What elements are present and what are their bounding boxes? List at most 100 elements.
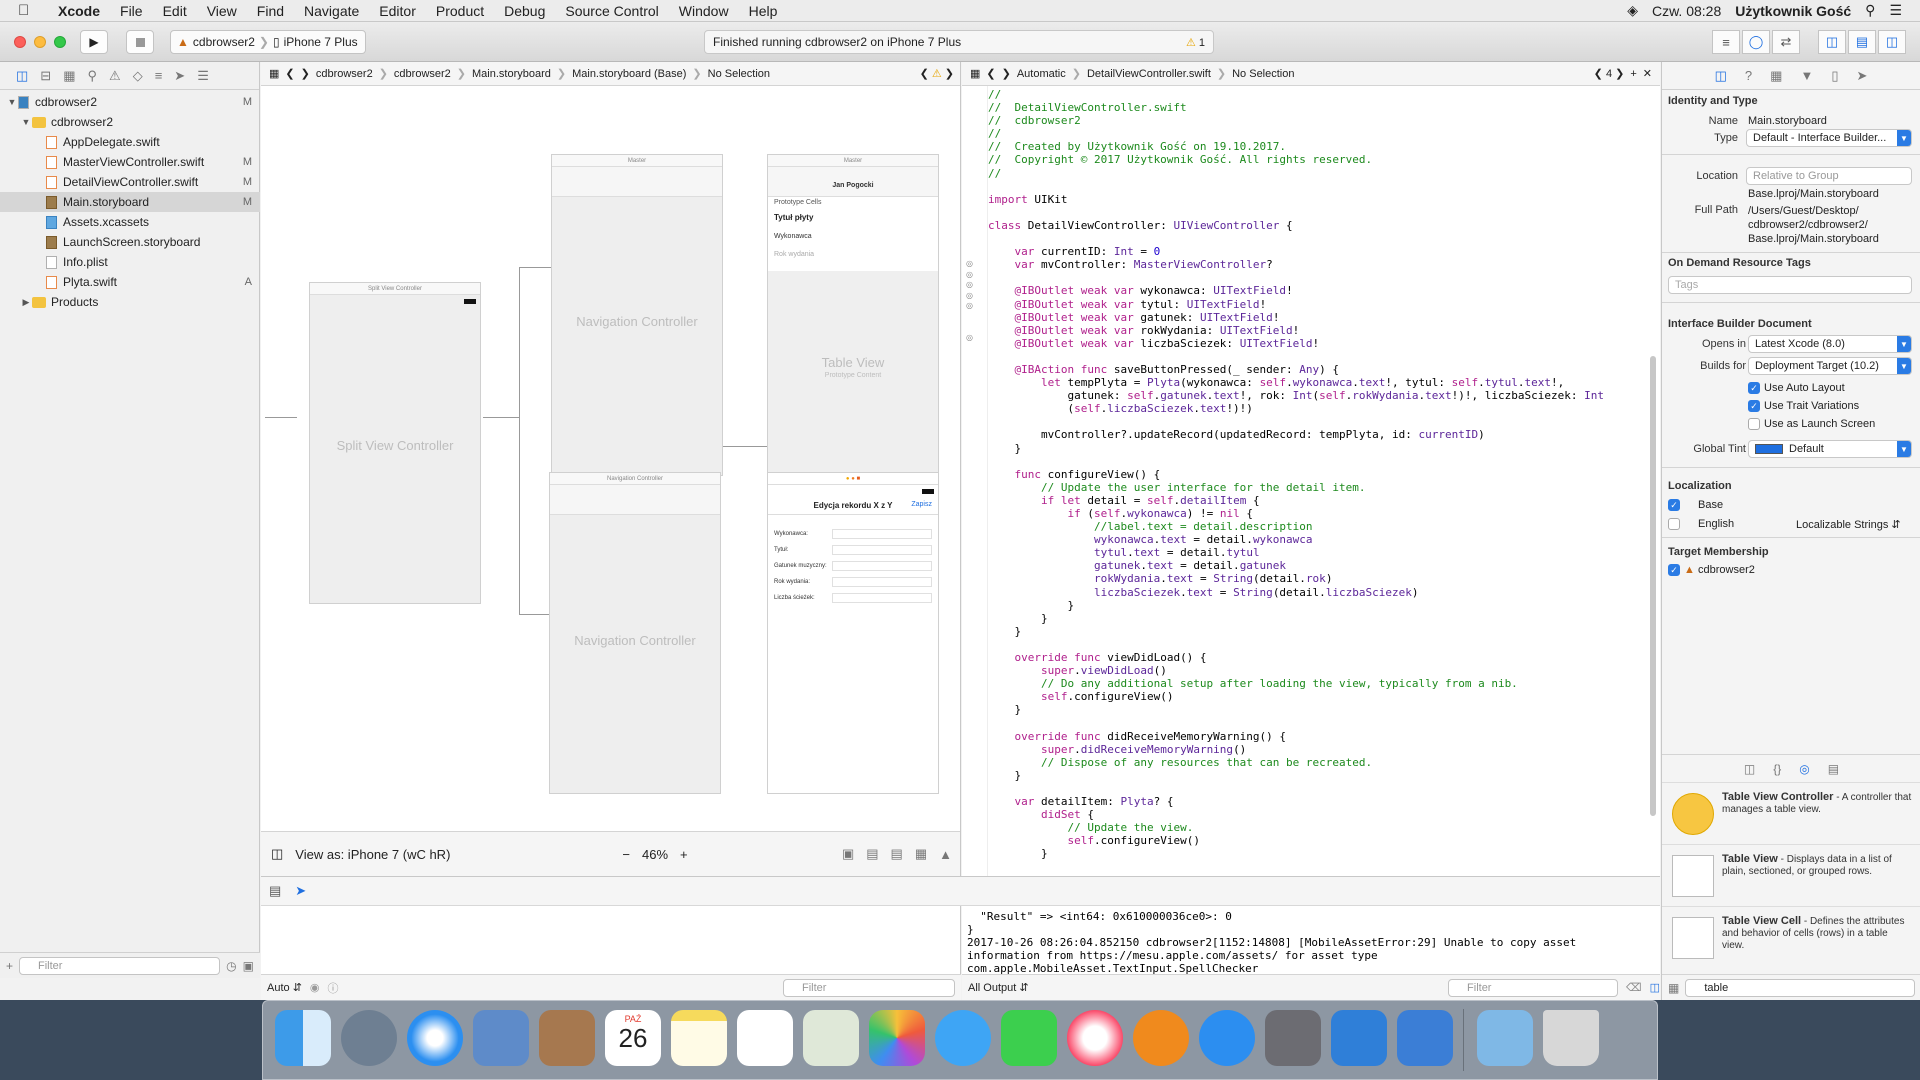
- folder-icon[interactable]: ◫: [16, 68, 28, 84]
- ibooks-icon[interactable]: [1133, 1010, 1189, 1066]
- debug-icon[interactable]: ≡: [155, 68, 163, 83]
- console-filter-input[interactable]: Filter: [1448, 978, 1619, 997]
- trait-variations-checkbox[interactable]: ✓: [1748, 400, 1760, 412]
- forward-icon[interactable]: ❯: [1002, 67, 1011, 80]
- debug-area-toggle-icon[interactable]: ▤: [1848, 30, 1876, 54]
- file-tree-row[interactable]: Main.storyboard M: [0, 192, 260, 212]
- notification-center-icon[interactable]: ☰: [1889, 2, 1902, 19]
- embed-in-icon[interactable]: ▤: [866, 846, 878, 862]
- file-inspector-icon[interactable]: ◫: [1715, 68, 1727, 84]
- facetime-icon[interactable]: [1001, 1010, 1057, 1066]
- preview-icon[interactable]: [803, 1010, 859, 1066]
- type-popup[interactable]: Default - Interface Builder... ▼: [1746, 129, 1912, 147]
- back-icon[interactable]: ❮: [285, 67, 294, 80]
- assistant-editor-icon[interactable]: ◯: [1742, 30, 1770, 54]
- navigator-filter-input[interactable]: Filter: [19, 956, 221, 975]
- related-items-icon[interactable]: ▦: [269, 67, 279, 80]
- output-selector[interactable]: All Output ⇵: [968, 981, 1029, 994]
- base-localization-checkbox[interactable]: ✓: [1668, 499, 1680, 511]
- wifi-icon[interactable]: ◈: [1627, 2, 1638, 19]
- form-text-field[interactable]: [832, 529, 932, 539]
- view-as-button[interactable]: View as: iPhone 7 (wC hR): [295, 847, 450, 862]
- system-preferences-icon[interactable]: [1265, 1010, 1321, 1066]
- file-tree-row[interactable]: LaunchScreen.storyboard: [0, 232, 260, 252]
- zoom-out-icon[interactable]: −: [622, 847, 630, 862]
- storyboard-canvas[interactable]: Split View Controller Split View Control…: [261, 86, 960, 831]
- builds-for-popup[interactable]: Deployment Target (10.2) ▼: [1748, 357, 1912, 375]
- file-template-icon[interactable]: ◫: [1744, 762, 1755, 776]
- file-tree-row[interactable]: AppDelegate.swift: [0, 132, 260, 152]
- symbol-icon[interactable]: ▦: [63, 68, 75, 84]
- variables-filter-input[interactable]: Filter: [783, 978, 955, 997]
- jump-selection[interactable]: No Selection: [708, 68, 770, 80]
- auto-layout-checkbox[interactable]: ✓: [1748, 382, 1760, 394]
- mail-icon[interactable]: [473, 1010, 529, 1066]
- itunes-icon[interactable]: [1067, 1010, 1123, 1066]
- library-item[interactable]: Table View Cell - Defines the attributes…: [1662, 906, 1920, 968]
- menu-debug[interactable]: Debug: [494, 3, 555, 19]
- source-code[interactable]: ◎ ◎ ◎ ◎ ◎ ◎ // // DetailViewController.swift …: [962, 86, 1660, 876]
- form-text-field[interactable]: [832, 593, 932, 603]
- menu-file[interactable]: File: [110, 3, 153, 19]
- user-name[interactable]: Użytkownik Gość: [1735, 3, 1851, 19]
- file-tree-row[interactable]: ▶ Products: [0, 292, 260, 312]
- back-icon[interactable]: ❮: [986, 67, 995, 80]
- file-tree-row[interactable]: DetailViewController.swift M: [0, 172, 260, 192]
- simulator-icon[interactable]: [1397, 1010, 1453, 1066]
- warning-count[interactable]: ⚠ 1: [1186, 36, 1205, 49]
- menu-view[interactable]: View: [197, 3, 247, 19]
- clock[interactable]: Czw. 08:28: [1652, 3, 1721, 19]
- attributes-inspector-icon[interactable]: ▼: [1800, 68, 1813, 83]
- split-view-controller-scene[interactable]: Split View Controller Split View Control…: [309, 282, 481, 604]
- menu-edit[interactable]: Edit: [153, 3, 197, 19]
- add-file-icon[interactable]: +: [6, 959, 13, 973]
- code-text[interactable]: // // DetailViewController.swift // cdbr…: [988, 88, 1604, 861]
- related-items-icon[interactable]: ▦: [970, 67, 980, 80]
- jump-selection[interactable]: No Selection: [1232, 68, 1294, 80]
- media-library-icon[interactable]: ▤: [1828, 762, 1839, 776]
- safari-icon[interactable]: [407, 1010, 463, 1066]
- version-editor-icon[interactable]: ⇄: [1772, 30, 1800, 54]
- save-bar-button[interactable]: Zapisz: [911, 501, 932, 508]
- navigator-toggle-icon[interactable]: ◫: [1818, 30, 1846, 54]
- jump-group[interactable]: cdbrowser2: [394, 68, 451, 80]
- grid-view-icon[interactable]: ▦: [1668, 981, 1679, 995]
- spotlight-icon[interactable]: ⚲: [1865, 2, 1875, 19]
- outlet-connection-dots[interactable]: ◎ ◎ ◎ ◎ ◎ ◎: [966, 259, 973, 343]
- menu-find[interactable]: Find: [247, 3, 294, 19]
- xcode-icon[interactable]: [1331, 1010, 1387, 1066]
- utilities-toggle-icon[interactable]: ◫: [1878, 30, 1906, 54]
- jump-file[interactable]: Main.storyboard: [472, 68, 551, 80]
- hide-debug-area-icon[interactable]: ▤: [269, 883, 281, 899]
- stop-button[interactable]: [126, 30, 154, 54]
- clear-console-icon[interactable]: ⌫: [1626, 981, 1642, 994]
- disclosure-triangle-icon[interactable]: ▼: [6, 97, 18, 107]
- breakpoint-icon[interactable]: ➤: [174, 68, 185, 84]
- opens-in-popup[interactable]: Latest Xcode (8.0) ▼: [1748, 335, 1912, 353]
- localizable-strings-popup[interactable]: Localizable Strings ⇵: [1796, 518, 1901, 531]
- jump-localization[interactable]: Main.storyboard (Base): [572, 68, 686, 80]
- ib-issue-nav[interactable]: ❮ ⚠ ❯: [920, 67, 954, 80]
- eye-icon[interactable]: ◉: [310, 981, 320, 994]
- master-navigation-controller-scene[interactable]: Master Navigation Controller: [551, 154, 723, 476]
- trash-icon[interactable]: [1543, 1010, 1599, 1066]
- launchpad-icon[interactable]: [341, 1010, 397, 1066]
- menu-help[interactable]: Help: [739, 3, 788, 19]
- minimize-window-button[interactable]: [34, 36, 46, 48]
- breakpoints-toggle-icon[interactable]: ➤: [295, 883, 306, 899]
- file-tree-row[interactable]: ▼ cdbrowser2 M: [0, 92, 260, 112]
- photos-icon[interactable]: [869, 1010, 925, 1066]
- english-localization-checkbox[interactable]: [1668, 518, 1680, 530]
- menu-app-name[interactable]: Xcode: [48, 3, 110, 19]
- menu-navigate[interactable]: Navigate: [294, 3, 369, 19]
- library-item[interactable]: Table View - Displays data in a list of …: [1662, 844, 1920, 906]
- info-icon[interactable]: ⓘ: [328, 980, 339, 996]
- file-tree-row[interactable]: Info.plist: [0, 252, 260, 272]
- close-editor-icon[interactable]: ✕: [1643, 67, 1652, 80]
- master-table-view-scene[interactable]: Master Jan Pogocki Prototype Cells Tytuł…: [767, 154, 939, 476]
- file-tree-row[interactable]: Plyta.swift A: [0, 272, 260, 292]
- recent-files-icon[interactable]: ◷: [226, 959, 236, 973]
- global-tint-popup[interactable]: Default ▼: [1748, 440, 1912, 458]
- app-store-icon[interactable]: [1199, 1010, 1255, 1066]
- location-popup[interactable]: Relative to Group: [1746, 167, 1912, 185]
